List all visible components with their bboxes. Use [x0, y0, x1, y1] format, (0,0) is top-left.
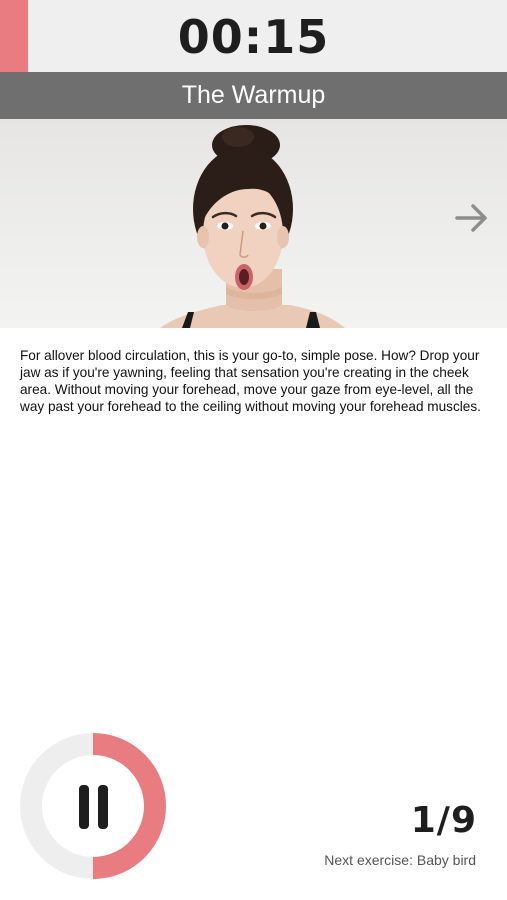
pause-progress-ring — [20, 733, 166, 879]
next-arrow-button[interactable] — [452, 198, 492, 238]
exercise-title: The Warmup — [181, 81, 326, 109]
exercise-description: For allover blood circulation, this is y… — [20, 348, 481, 414]
exercise-screen: 00:15 The Warmup For allover blood circu… — [0, 0, 507, 900]
pause-icon — [79, 785, 108, 829]
countdown-timer: 00:15 — [177, 10, 330, 64]
pause-button[interactable] — [19, 732, 167, 880]
woman-portrait-image — [160, 125, 345, 328]
exercise-counter: 1/9 — [410, 800, 477, 841]
next-exercise-label: Next exercise: Baby bird — [324, 852, 476, 868]
arrow-right-icon — [455, 204, 487, 232]
timer-bar: 00:15 — [0, 0, 507, 72]
exercise-title-band: The Warmup — [0, 72, 507, 119]
exercise-photo — [0, 119, 507, 328]
